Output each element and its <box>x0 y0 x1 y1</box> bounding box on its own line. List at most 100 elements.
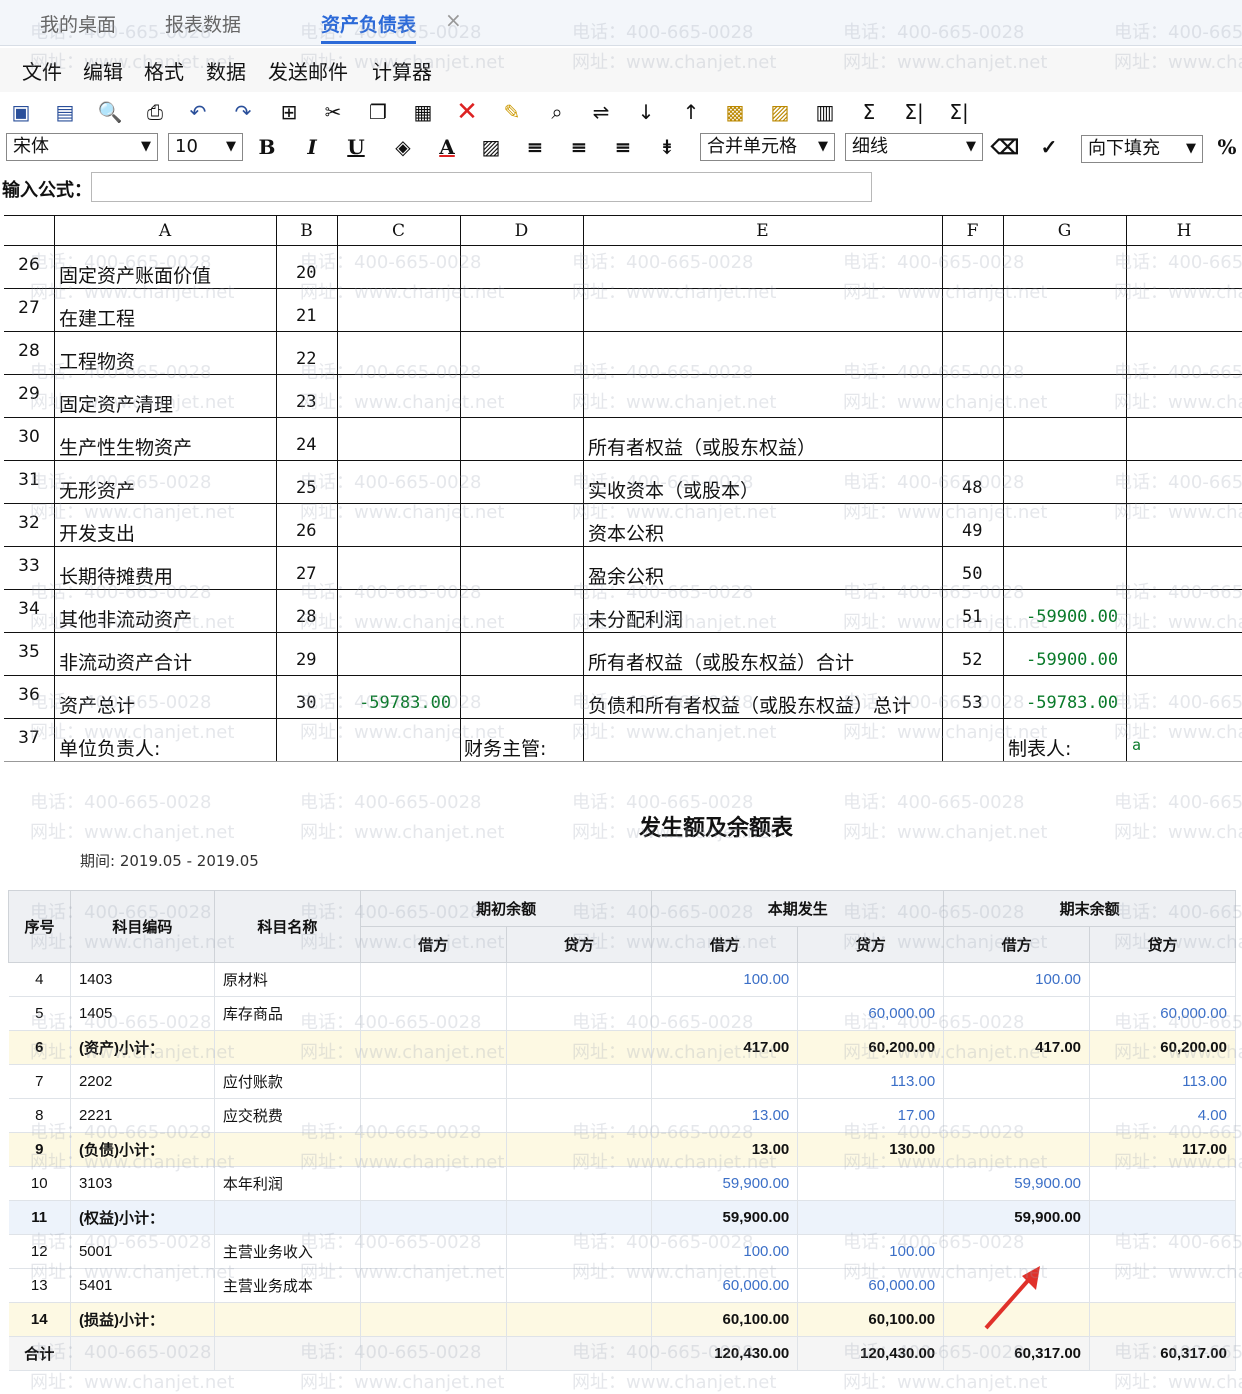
row-number[interactable]: 26 <box>9 255 49 275</box>
tab-report-data[interactable]: 报表数据 <box>165 10 241 37</box>
paste-values-icon[interactable]: ▨ <box>765 96 795 128</box>
find-icon[interactable]: ⌕ <box>542 96 572 128</box>
percent-button[interactable]: % <box>1212 132 1242 162</box>
menu-edit[interactable]: 编辑 <box>83 56 123 85</box>
cell-g[interactable]: -59783.00 <box>1026 693 1118 713</box>
cell-b[interactable]: 20 <box>296 263 316 283</box>
menu-calculator[interactable]: 计算器 <box>372 56 432 85</box>
cell-b[interactable]: 24 <box>296 435 316 455</box>
align-right-icon[interactable]: ≡ <box>608 132 638 162</box>
row-number[interactable]: 32 <box>9 513 49 533</box>
table-row[interactable]: 8 2221 应交税费 13.00 17.00 4.00 <box>8 1098 1236 1133</box>
tab-desktop[interactable]: 我的桌面 <box>40 10 116 37</box>
menu-data[interactable]: 数据 <box>206 56 246 85</box>
merge-cells-select[interactable]: 合并单元格 ▼ <box>700 133 835 161</box>
cut-icon[interactable]: ✂ <box>318 96 348 128</box>
cell-h-preparer-value[interactable]: a <box>1132 736 1141 754</box>
cell-a[interactable]: 生产性生物资产 <box>59 433 192 460</box>
copy-icon[interactable]: ❐ <box>363 96 393 128</box>
row-number[interactable]: 36 <box>9 685 49 705</box>
cell-a[interactable]: 其他非流动资产 <box>59 605 192 632</box>
row-number[interactable]: 37 <box>9 728 49 748</box>
column-header-f[interactable]: F <box>942 221 1003 241</box>
row-number[interactable]: 28 <box>9 341 49 361</box>
cell-f[interactable]: 51 <box>962 607 982 627</box>
wrap-text-icon[interactable]: ⇟ <box>652 132 682 162</box>
total-row[interactable]: 合计 120,430.00 120,430.00 60,317.00 60,317.00 <box>8 1336 1236 1371</box>
table-row[interactable]: 7 2202 应付账款 113.00 113.00 <box>8 1064 1236 1099</box>
cell-a[interactable]: 在建工程 <box>59 304 135 331</box>
cell-a[interactable]: 固定资产清理 <box>59 390 173 417</box>
subtotal-row[interactable]: 9 (负债)小计： 13.00 130.00 117.00 <box>8 1132 1236 1167</box>
cell-g[interactable]: -59900.00 <box>1026 607 1118 627</box>
column-header-d[interactable]: D <box>460 221 583 241</box>
calculator-icon[interactable]: ▥ <box>810 96 840 128</box>
column-header-c[interactable]: C <box>337 221 460 241</box>
paste-icon[interactable]: ▦ <box>408 96 438 128</box>
table-row[interactable]: 13 5401 主营业务成本 60,000.00 60,000.00 <box>8 1268 1236 1303</box>
cell-f[interactable]: 52 <box>962 650 982 670</box>
cell-c[interactable]: -59783.00 <box>359 693 451 713</box>
cell-a[interactable]: 长期待摊费用 <box>59 562 173 589</box>
cell-e[interactable]: 所有者权益（或股东权益）合计 <box>588 648 854 675</box>
cell-a[interactable]: 开发支出 <box>59 519 135 546</box>
cell-e[interactable]: 所有者权益（或股东权益） <box>588 433 816 460</box>
cell-a[interactable]: 非流动资产合计 <box>59 648 192 675</box>
cell-a[interactable]: 固定资产账面价值 <box>59 261 211 288</box>
column-header-g[interactable]: G <box>1003 221 1126 241</box>
print-preview-icon[interactable]: 🔍 <box>95 96 125 128</box>
cell-f[interactable]: 48 <box>962 478 982 498</box>
column-header-h[interactable]: H <box>1126 221 1242 241</box>
table-row[interactable]: 5 1405 库存商品 60,000.00 60,000.00 <box>8 996 1236 1031</box>
fill-down-select[interactable]: 向下填充 ▼ <box>1081 135 1203 163</box>
cell-a-signature-label[interactable]: 单位负责人: <box>59 734 160 761</box>
cell-e[interactable]: 盈余公积 <box>588 562 664 589</box>
fill-color-icon[interactable]: ◈ <box>388 132 418 162</box>
bold-button[interactable]: B <box>252 132 282 162</box>
table-row[interactable]: 10 3103 本年利润 59,900.00 59,900.00 <box>8 1166 1236 1201</box>
replace-icon[interactable]: ⇌ <box>586 96 616 128</box>
subtotal-row[interactable]: 14 (损益)小计： 60,100.00 60,100.00 <box>8 1302 1236 1337</box>
close-icon[interactable]: × <box>445 8 462 32</box>
font-name-select[interactable]: 宋体 ▼ <box>6 133 158 161</box>
row-number[interactable]: 34 <box>9 599 49 619</box>
save-as-icon[interactable]: ▤ <box>50 96 80 128</box>
subtotal-row[interactable]: 6 (资产)小计： 417.00 60,200.00 417.00 60,200.00 <box>8 1030 1236 1065</box>
menu-format[interactable]: 格式 <box>144 56 184 85</box>
eraser-icon[interactable]: ⌫ <box>990 132 1020 162</box>
cell-b[interactable]: 25 <box>296 478 316 498</box>
cell-f[interactable]: 50 <box>962 564 982 584</box>
column-header-b[interactable]: B <box>276 221 337 241</box>
font-color-button[interactable]: A <box>432 132 462 162</box>
formula-input[interactable] <box>91 172 872 202</box>
cell-e[interactable]: 负债和所有者权益（或股东权益）总计 <box>588 691 911 718</box>
undo-icon[interactable]: ↶ <box>183 96 213 128</box>
row-number[interactable]: 31 <box>9 470 49 490</box>
clear-icon[interactable]: ✎ <box>497 96 527 128</box>
redo-icon[interactable]: ↷ <box>228 96 258 128</box>
row-number[interactable]: 30 <box>9 427 49 447</box>
save-icon[interactable]: ▣ <box>6 96 36 128</box>
menu-send-email[interactable]: 发送邮件 <box>268 56 348 85</box>
cell-f[interactable]: 49 <box>962 521 982 541</box>
sum-row-icon[interactable]: Σ| <box>899 96 929 128</box>
cell-b[interactable]: 28 <box>296 607 316 627</box>
format-painter-icon[interactable]: ✓ <box>1034 132 1064 162</box>
cell-e[interactable]: 未分配利润 <box>588 605 683 632</box>
border-icon[interactable]: ▨ <box>476 132 506 162</box>
cell-g-preparer-label[interactable]: 制表人: <box>1008 734 1071 761</box>
print-icon[interactable]: ⎙ <box>140 96 170 128</box>
cell-b[interactable]: 22 <box>296 349 316 369</box>
sort-ascending-icon[interactable]: ↓ <box>631 96 661 128</box>
cell-b[interactable]: 29 <box>296 650 316 670</box>
cell-a[interactable]: 工程物资 <box>59 347 135 374</box>
cell-b[interactable]: 26 <box>296 521 316 541</box>
cell-f[interactable]: 53 <box>962 693 982 713</box>
column-header-e[interactable]: E <box>583 221 942 241</box>
align-left-icon[interactable]: ≡ <box>520 132 550 162</box>
sum-icon[interactable]: Σ <box>854 96 884 128</box>
cell-e[interactable]: 资本公积 <box>588 519 664 546</box>
subtotal-row[interactable]: 11 (权益)小计： 59,900.00 59,900.00 <box>8 1200 1236 1235</box>
paste-special-icon[interactable]: ▩ <box>720 96 750 128</box>
align-center-icon[interactable]: ≡ <box>564 132 594 162</box>
